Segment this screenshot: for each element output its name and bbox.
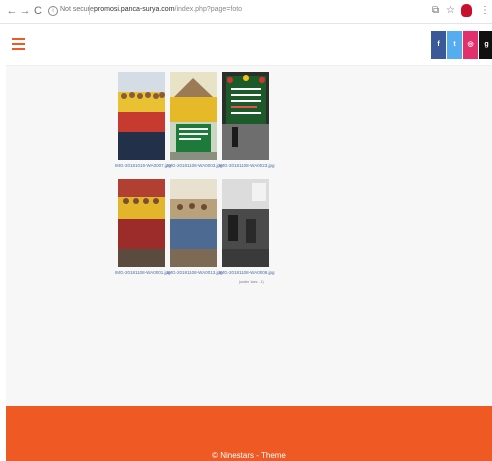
gallery-photo-6[interactable] xyxy=(222,179,269,267)
hamburger-bar xyxy=(12,48,25,50)
site-footer: © Ninestars - Theme xyxy=(6,406,492,461)
extension-icon[interactable]: ⧉ xyxy=(432,4,439,18)
photo-caption[interactable]: IMG-20181108-WA0013.jpg xyxy=(167,270,223,275)
page-load-info: (under 1sec - 1) xyxy=(239,280,264,284)
gallery-content: IMG-20181019-WA0007.jpg IMG-20181108-WA0… xyxy=(6,66,492,406)
instagram-icon[interactable]: ◎ xyxy=(463,31,478,59)
photo-caption[interactable]: IMG-20181108-WA0008.jpg xyxy=(219,270,275,275)
photo-caption[interactable]: IMG-20181108-WA0003.jpg xyxy=(167,163,223,168)
reload-icon[interactable]: C xyxy=(32,4,44,18)
url-host: promosi.panca-surya.com xyxy=(94,6,175,13)
copyright-text: © Ninestars - Theme xyxy=(212,451,286,460)
hamburger-bar xyxy=(12,38,25,40)
star-icon[interactable]: ☆ xyxy=(446,4,455,18)
gallery-photo-1[interactable] xyxy=(118,72,165,160)
gallery-photo-5[interactable] xyxy=(170,179,217,267)
info-icon[interactable]: i xyxy=(48,6,58,16)
forward-icon[interactable]: → xyxy=(19,4,31,18)
google-plus-icon[interactable]: g xyxy=(479,31,492,59)
twitter-icon[interactable]: t xyxy=(447,31,462,59)
gallery-photo-2[interactable] xyxy=(170,72,217,160)
photo-caption[interactable]: IMG-20181019-WA0007.jpg xyxy=(115,163,171,168)
address-bar[interactable]: promosi.panca-surya.com/index.php?page=f… xyxy=(94,6,242,13)
hamburger-menu-icon[interactable] xyxy=(12,38,25,50)
url-path: /index.php?page=foto xyxy=(174,6,243,13)
facebook-icon[interactable]: f xyxy=(431,31,446,59)
back-icon[interactable]: ← xyxy=(6,4,18,18)
address-separator xyxy=(89,5,90,15)
gallery-photo-3[interactable] xyxy=(222,72,269,160)
photo-caption[interactable]: IMG-20181108-WA0001.jpg xyxy=(115,270,171,275)
hamburger-bar xyxy=(12,43,25,45)
profile-icon[interactable] xyxy=(461,4,472,17)
site-header: f t ◎ g xyxy=(6,24,492,66)
browser-toolbar: ← → C i Not secure promosi.panca-surya.c… xyxy=(0,0,492,24)
menu-icon[interactable]: ⋮ xyxy=(480,4,490,18)
photo-caption[interactable]: IMG-20181108-WA0023.jpg xyxy=(219,163,275,168)
gallery-photo-4[interactable] xyxy=(118,179,165,267)
